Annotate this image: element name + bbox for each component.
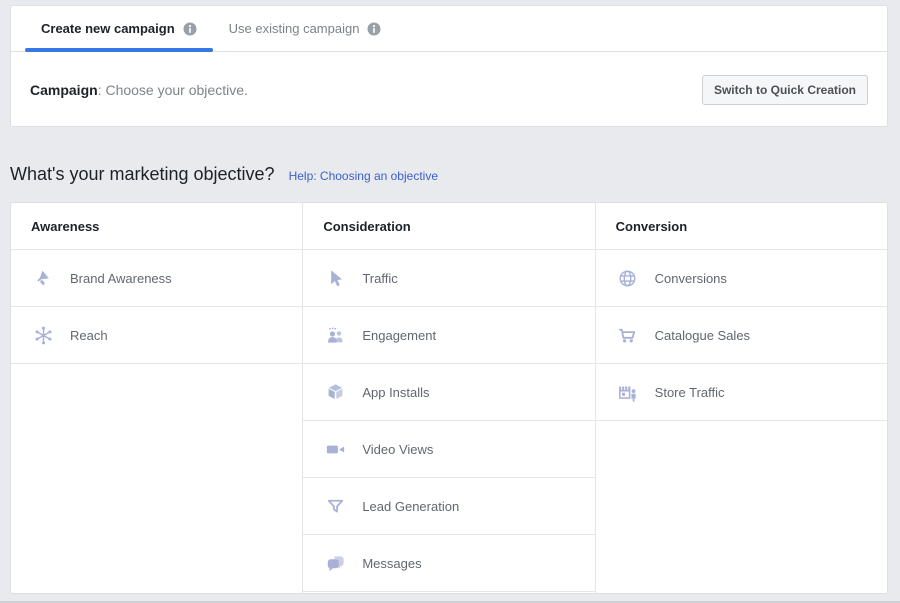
objective-label: Catalogue Sales bbox=[654, 327, 751, 343]
tab-label: Use existing campaign bbox=[228, 21, 360, 36]
storefront-icon bbox=[616, 380, 640, 404]
page-title: What's your marketing objective? bbox=[10, 164, 275, 184]
column-conversion: Conversion Conversions Catalogue Sales S… bbox=[594, 203, 887, 593]
objective-video-views[interactable]: Video Views bbox=[303, 421, 595, 478]
people-icon bbox=[323, 323, 347, 347]
switch-to-quick-creation-button[interactable]: Switch to Quick Creation bbox=[701, 74, 868, 105]
info-icon[interactable] bbox=[367, 22, 381, 36]
video-camera-icon bbox=[323, 437, 347, 461]
column-header: Awareness bbox=[11, 203, 303, 250]
objectives-table: Awareness Brand Awareness Reach Consider… bbox=[10, 202, 888, 594]
objective-traffic[interactable]: Traffic bbox=[303, 250, 595, 307]
cart-icon bbox=[616, 323, 640, 347]
globe-icon bbox=[616, 266, 640, 290]
objective-label: Conversions bbox=[654, 270, 727, 286]
objective-heading-row: What's your marketing objective? Help: C… bbox=[10, 164, 438, 185]
tab-label: Create new campaign bbox=[41, 21, 175, 36]
column-consideration: Consideration Traffic Engagement App Ins… bbox=[302, 203, 595, 593]
objective-messages[interactable]: Messages bbox=[303, 535, 595, 592]
chat-bubbles-icon bbox=[323, 551, 347, 575]
campaign-step-subtitle: : Choose your objective. bbox=[97, 81, 248, 98]
objective-label: Brand Awareness bbox=[70, 270, 172, 286]
objective-engagement[interactable]: Engagement bbox=[303, 307, 595, 364]
campaign-header-row: Campaign : Choose your objective. Switch… bbox=[11, 52, 887, 127]
info-icon[interactable] bbox=[183, 22, 197, 36]
objective-label: Engagement bbox=[362, 327, 437, 343]
objective-store-traffic[interactable]: Store Traffic bbox=[595, 364, 887, 421]
objective-lead-generation[interactable]: Lead Generation bbox=[303, 478, 595, 535]
column-awareness: Awareness Brand Awareness Reach bbox=[11, 203, 303, 593]
tab-bar: Create new campaign Use existing campaig… bbox=[11, 6, 887, 52]
objective-reach[interactable]: Reach bbox=[11, 307, 303, 364]
column-header: Conversion bbox=[595, 203, 887, 250]
objective-catalogue-sales[interactable]: Catalogue Sales bbox=[595, 307, 887, 364]
objective-conversions[interactable]: Conversions bbox=[595, 250, 887, 307]
funnel-icon bbox=[323, 494, 347, 518]
help-choosing-objective-link[interactable]: Help: Choosing an objective bbox=[289, 169, 438, 183]
cube-icon bbox=[323, 380, 347, 404]
column-header: Consideration bbox=[303, 203, 595, 250]
objective-label: Reach bbox=[70, 327, 108, 343]
objective-label: Traffic bbox=[362, 270, 398, 286]
tab-create-new-campaign[interactable]: Create new campaign bbox=[25, 6, 213, 52]
campaign-setup-card: Create new campaign Use existing campaig… bbox=[10, 5, 888, 127]
tab-use-existing-campaign[interactable]: Use existing campaign bbox=[213, 6, 398, 51]
objective-label: Video Views bbox=[362, 441, 434, 457]
cursor-icon bbox=[323, 266, 347, 290]
objective-label: Messages bbox=[362, 555, 422, 571]
objective-brand-awareness[interactable]: Brand Awareness bbox=[11, 250, 303, 307]
campaign-step-title: Campaign bbox=[30, 81, 98, 98]
objective-app-installs[interactable]: App Installs bbox=[303, 364, 595, 421]
objective-label: App Installs bbox=[362, 384, 430, 400]
reach-icon bbox=[31, 323, 55, 347]
megaphone-icon bbox=[31, 266, 55, 290]
objective-label: Store Traffic bbox=[654, 384, 725, 400]
objective-label: Lead Generation bbox=[362, 498, 460, 514]
